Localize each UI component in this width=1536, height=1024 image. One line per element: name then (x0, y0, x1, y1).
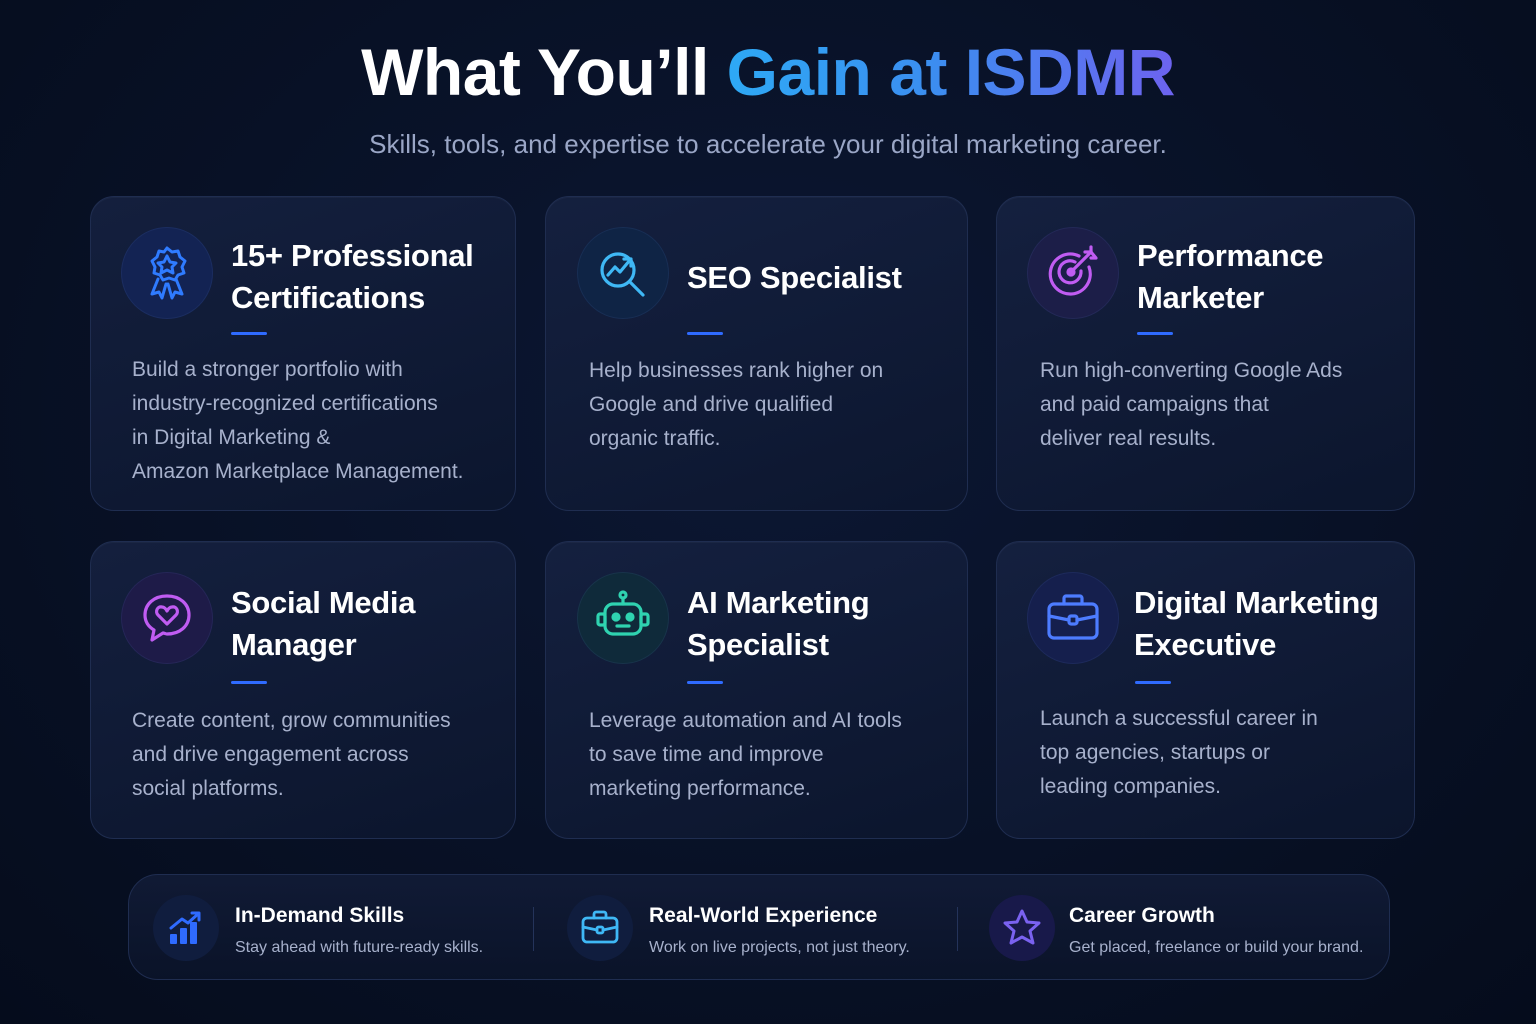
accent-bar (231, 681, 267, 684)
card-title: SEO Specialist (687, 260, 902, 295)
card-title: 15+ Professional Certifications (231, 238, 474, 315)
chat-heart-icon (121, 572, 213, 664)
accent-bar (1135, 681, 1171, 684)
feature-description: Work on live projects, not just theory. (649, 939, 910, 956)
feature-description: Stay ahead with future-ready skills. (235, 939, 484, 956)
features-bar: In-Demand Skills Stay ahead with future-… (128, 874, 1390, 980)
card-description: Create content, grow communities and dri… (132, 709, 451, 800)
card-description: Build a stronger portfolio with industry… (132, 358, 464, 483)
title-accent: Gain at ISDMR (726, 35, 1176, 109)
briefcase-icon (1027, 572, 1119, 664)
feature-title: Real-World Experience (649, 904, 878, 927)
divider (957, 907, 958, 951)
card-ai-marketing-specialist: AI Marketing Specialist Leverage automat… (545, 541, 968, 839)
accent-bar (1137, 332, 1173, 335)
title-main: What You’ll (361, 35, 727, 109)
target-arrow-icon (1027, 227, 1119, 319)
feature-career-growth: Career Growth Get placed, freelance or b… (963, 875, 1383, 981)
feature-real-world-experience: Real-World Experience Work on live proje… (539, 875, 949, 981)
briefcase-icon (567, 895, 633, 961)
card-description: Leverage automation and AI tools to save… (589, 709, 902, 800)
page-title: What You’ll Gain at ISDMR (0, 32, 1536, 112)
card-title: AI Marketing Specialist (687, 585, 870, 662)
divider (533, 907, 534, 951)
accent-bar (687, 681, 723, 684)
accent-bar (687, 332, 723, 335)
card-social-media-manager: Social Media Manager Create content, gro… (90, 541, 516, 839)
card-performance-marketer: Performance Marketer Run high-converting… (996, 196, 1415, 511)
star-icon (989, 895, 1055, 961)
card-title: Digital Marketing Executive (1134, 585, 1379, 662)
accent-bar (231, 332, 267, 335)
page-subtitle: Skills, tools, and expertise to accelera… (369, 129, 1167, 159)
card-description: Launch a successful career in top agenci… (1040, 707, 1318, 798)
card-title: Social Media Manager (231, 585, 416, 662)
card-title: Performance Marketer (1137, 238, 1324, 315)
feature-title: In-Demand Skills (235, 904, 405, 927)
card-digital-marketing-executive: Digital Marketing Executive Launch a suc… (996, 541, 1415, 839)
card-description: Run high-converting Google Ads and paid … (1040, 359, 1343, 450)
feature-in-demand-skills: In-Demand Skills Stay ahead with future-… (129, 875, 529, 981)
award-ribbon-icon (121, 227, 213, 319)
card-seo-specialist: SEO Specialist Help businesses rank high… (545, 196, 968, 511)
feature-description: Get placed, freelance or build your bran… (1069, 939, 1364, 956)
bar-chart-growth-icon (153, 895, 219, 961)
card-description: Help businesses rank higher on Google an… (589, 359, 884, 450)
robot-icon (577, 572, 669, 664)
search-growth-icon (577, 227, 669, 319)
card-certifications: 15+ Professional Certifications Build a … (90, 196, 516, 511)
feature-title: Career Growth (1069, 904, 1215, 927)
